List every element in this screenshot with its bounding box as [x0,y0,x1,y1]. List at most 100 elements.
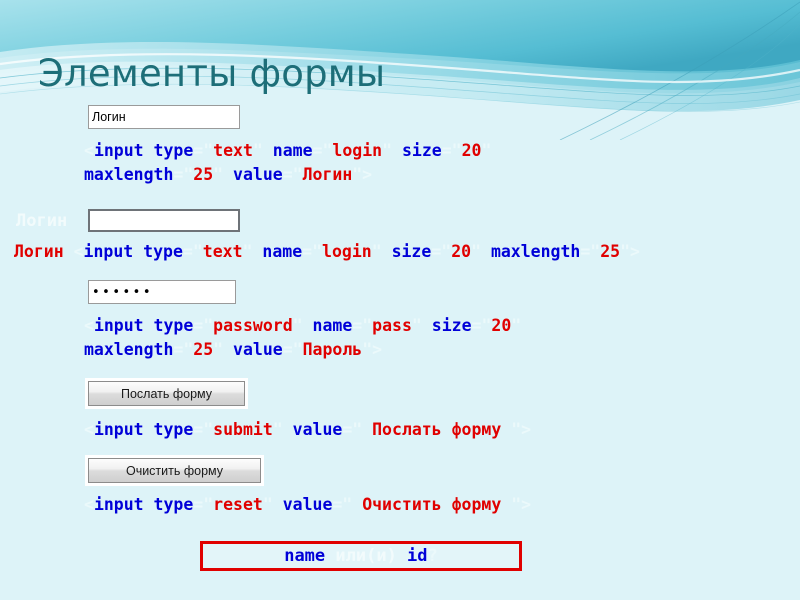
code-line-text-input-empty: Логин <input type="text" name="login" si… [14,242,640,261]
text-input-empty-line0-token-5: " [242,242,263,261]
text-input-with-value-line1-token-2: 25 [193,165,214,184]
password-input-line0-token-11: 20 [491,316,512,335]
text-input-with-value-line0-token-4: " [252,141,273,160]
password-input-line0-token-8: " [411,316,432,335]
login-text-input-empty[interactable] [88,209,240,232]
reset-button-line0-token-2: =" [193,495,214,514]
text-input-empty-line0-token-12: 20 [451,242,472,261]
password-input-line0-token-10: =" [471,316,492,335]
text-input-with-value-line0-token-12: " [481,141,492,160]
code-line-password-1: <input type="password" name="pass" size=… [84,316,521,335]
password-input-line0-token-1: input type [93,316,194,335]
submit-button-line0-token-8: "> [501,420,532,439]
password-input-line1-token-5: =" [282,340,303,359]
text-input-empty-line0-token-8: login [322,242,372,261]
password-input-line0-token-12: " [511,316,522,335]
text-input-with-value-line0-token-0: < [84,141,94,160]
text-input-empty-line0-token-17: "> [620,242,640,261]
reset-button-label: Очистить форму [125,463,224,478]
submit-button-line0-token-6: =" [342,420,373,439]
text-input-with-value-line0-token-8: " [382,141,402,160]
submit-button-line0-token-2: =" [193,420,214,439]
reset-button-line0-token-8: "> [501,495,532,514]
reset-button[interactable]: Очистить форму [88,458,261,483]
text-input-with-value-line1-token-6: Логин [302,165,353,184]
text-input-with-value-line0-token-6: =" [312,141,333,160]
password-input-line0-token-0: < [84,316,94,335]
password-input-line1-token-4: value [233,340,283,359]
submit-button-line0-token-1: input type [93,420,194,439]
password-input-line1-token-3: " [213,340,234,359]
footer-box-token-1: или(и) [325,546,408,566]
password-input-line0-token-4: " [292,316,313,335]
reset-button-line0-token-6: =" [332,495,363,514]
text-input-empty-line0-token-14: maxlength [490,242,581,261]
code-line-text-input-1: <input type="text" name="login" size="20… [84,141,491,160]
text-input-empty-line0-token-15: =" [580,242,601,261]
login-text-input[interactable]: Логин [88,105,240,129]
footer-box-token-3: ? [427,546,438,566]
text-input-empty-line0-token-1: < [73,242,84,261]
text-input-with-value-line0-token-3: text [213,141,253,160]
text-input-empty-line0-token-11: =" [431,242,452,261]
submit-button-line0-token-4: " [272,420,293,439]
text-input-empty-line0-token-4: text [202,242,243,261]
page-title: Элементы формы [38,52,386,95]
text-input-empty-line0-token-7: =" [302,242,323,261]
text-input-empty-line0-token-13: " [471,242,491,261]
text-input-with-value-line0-token-10: =" [441,141,462,160]
password-input-line1-token-2: 25 [193,340,214,359]
submit-button-line0-token-0: < [84,420,94,439]
code-line-reset: <input type="reset" value=" Очистить фор… [84,495,531,514]
text-input-with-value-line0-token-7: login [332,141,383,160]
footer-box-token-2: id [407,546,428,566]
text-input-empty-line0-token-9: " [371,242,392,261]
text-input-with-value-line1-token-1: =" [173,165,194,184]
reset-button-line0-token-5: value [282,495,333,514]
password-input-line0-token-7: pass [372,316,412,335]
password-input-line0-token-6: =" [352,316,373,335]
footer-box-token-0: name [284,546,326,566]
reset-button-line0-token-7: Очистить форму [362,495,502,514]
text-input-empty-line0-token-2: input type [83,242,183,261]
code-line-text-input-2: maxlength="25" value="Логин"> [84,165,372,184]
password-input-value: •••••• [92,284,154,300]
text-input-with-value-line0-token-1: input type [93,141,194,160]
password-input-line0-token-9: size [431,316,472,335]
login-text-input-value: Логин [92,109,126,124]
text-input-with-value-line1-token-3: " [213,165,234,184]
text-input-empty-line0-token-3: =" [182,242,203,261]
login-label-white: Логин [16,211,68,231]
slide-canvas: Элементы формы Логин <input type="text" … [0,0,800,600]
password-input-line0-token-2: =" [193,316,214,335]
reset-button-line0-token-1: input type [93,495,194,514]
text-input-with-value-line0-token-2: =" [193,141,214,160]
text-input-with-value-line0-token-5: name [272,141,313,160]
text-input-with-value-line0-token-11: 20 [461,141,482,160]
text-input-with-value-line1-token-5: =" [282,165,303,184]
code-line-password-2: maxlength="25" value="Пароль"> [84,340,382,359]
password-input-line1-token-6: Пароль [302,340,363,359]
text-input-empty-line0-token-10: size [391,242,432,261]
text-input-with-value-line1-token-0: maxlength [84,165,174,184]
name-or-id-callout-box: name или(и) id? [200,541,522,571]
reset-button-line0-token-4: " [262,495,283,514]
submit-button-line0-token-3: submit [213,420,273,439]
password-input-line1-token-1: =" [173,340,194,359]
password-input-line0-token-5: name [312,316,353,335]
password-input-line1-token-0: maxlength [84,340,174,359]
submit-button-label: Послать форму [120,386,213,401]
text-input-with-value-line1-token-7: "> [352,165,373,184]
password-input[interactable]: •••••• [88,280,236,304]
submit-button-line0-token-7: Послать форму [372,420,502,439]
text-input-empty-line0-token-6: name [262,242,303,261]
code-line-submit: <input type="submit" value=" Послать фор… [84,420,531,439]
submit-button[interactable]: Послать форму [88,381,245,406]
reset-button-line0-token-3: reset [213,495,263,514]
text-input-with-value-line0-token-9: size [401,141,442,160]
password-input-line0-token-3: password [213,316,293,335]
text-input-empty-line0-token-0: Логин [14,242,74,261]
reset-button-line0-token-0: < [84,495,94,514]
text-input-empty-line0-token-16: 25 [600,242,621,261]
text-input-with-value-line1-token-4: value [233,165,283,184]
